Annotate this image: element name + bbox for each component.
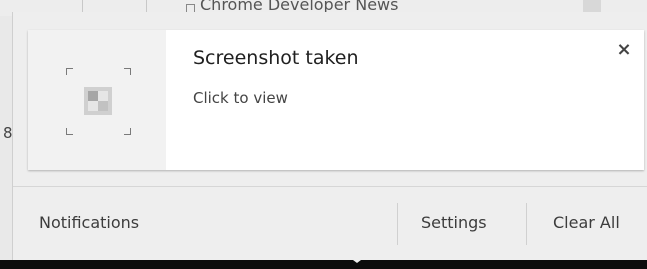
footer-divider [526, 203, 527, 245]
notification-title: Screenshot taken [193, 47, 359, 69]
crop-corner [66, 128, 73, 135]
clear-all-button[interactable]: Clear All [553, 203, 620, 243]
notification-center: Screenshot taken Click to view × Notific… [12, 12, 647, 260]
screenshot-icon [84, 87, 112, 115]
notification-message: Click to view [193, 89, 288, 107]
screen: Chrome Developer News 8 Screenshot taken… [0, 0, 647, 269]
footer-divider [397, 203, 398, 245]
footer-title: Notifications [39, 213, 140, 232]
crop-corner [66, 68, 73, 75]
shelf-bar [0, 260, 647, 269]
settings-button[interactable]: Settings [421, 203, 487, 243]
notification-footer: Notifications Settings Clear All [13, 186, 647, 260]
crop-corner [124, 68, 131, 75]
close-icon[interactable]: × [614, 40, 634, 60]
notification-icon-area [28, 30, 166, 170]
notification-card[interactable]: Screenshot taken Click to view × [28, 30, 644, 170]
panel-pointer [345, 254, 369, 263]
crop-corner [124, 128, 131, 135]
